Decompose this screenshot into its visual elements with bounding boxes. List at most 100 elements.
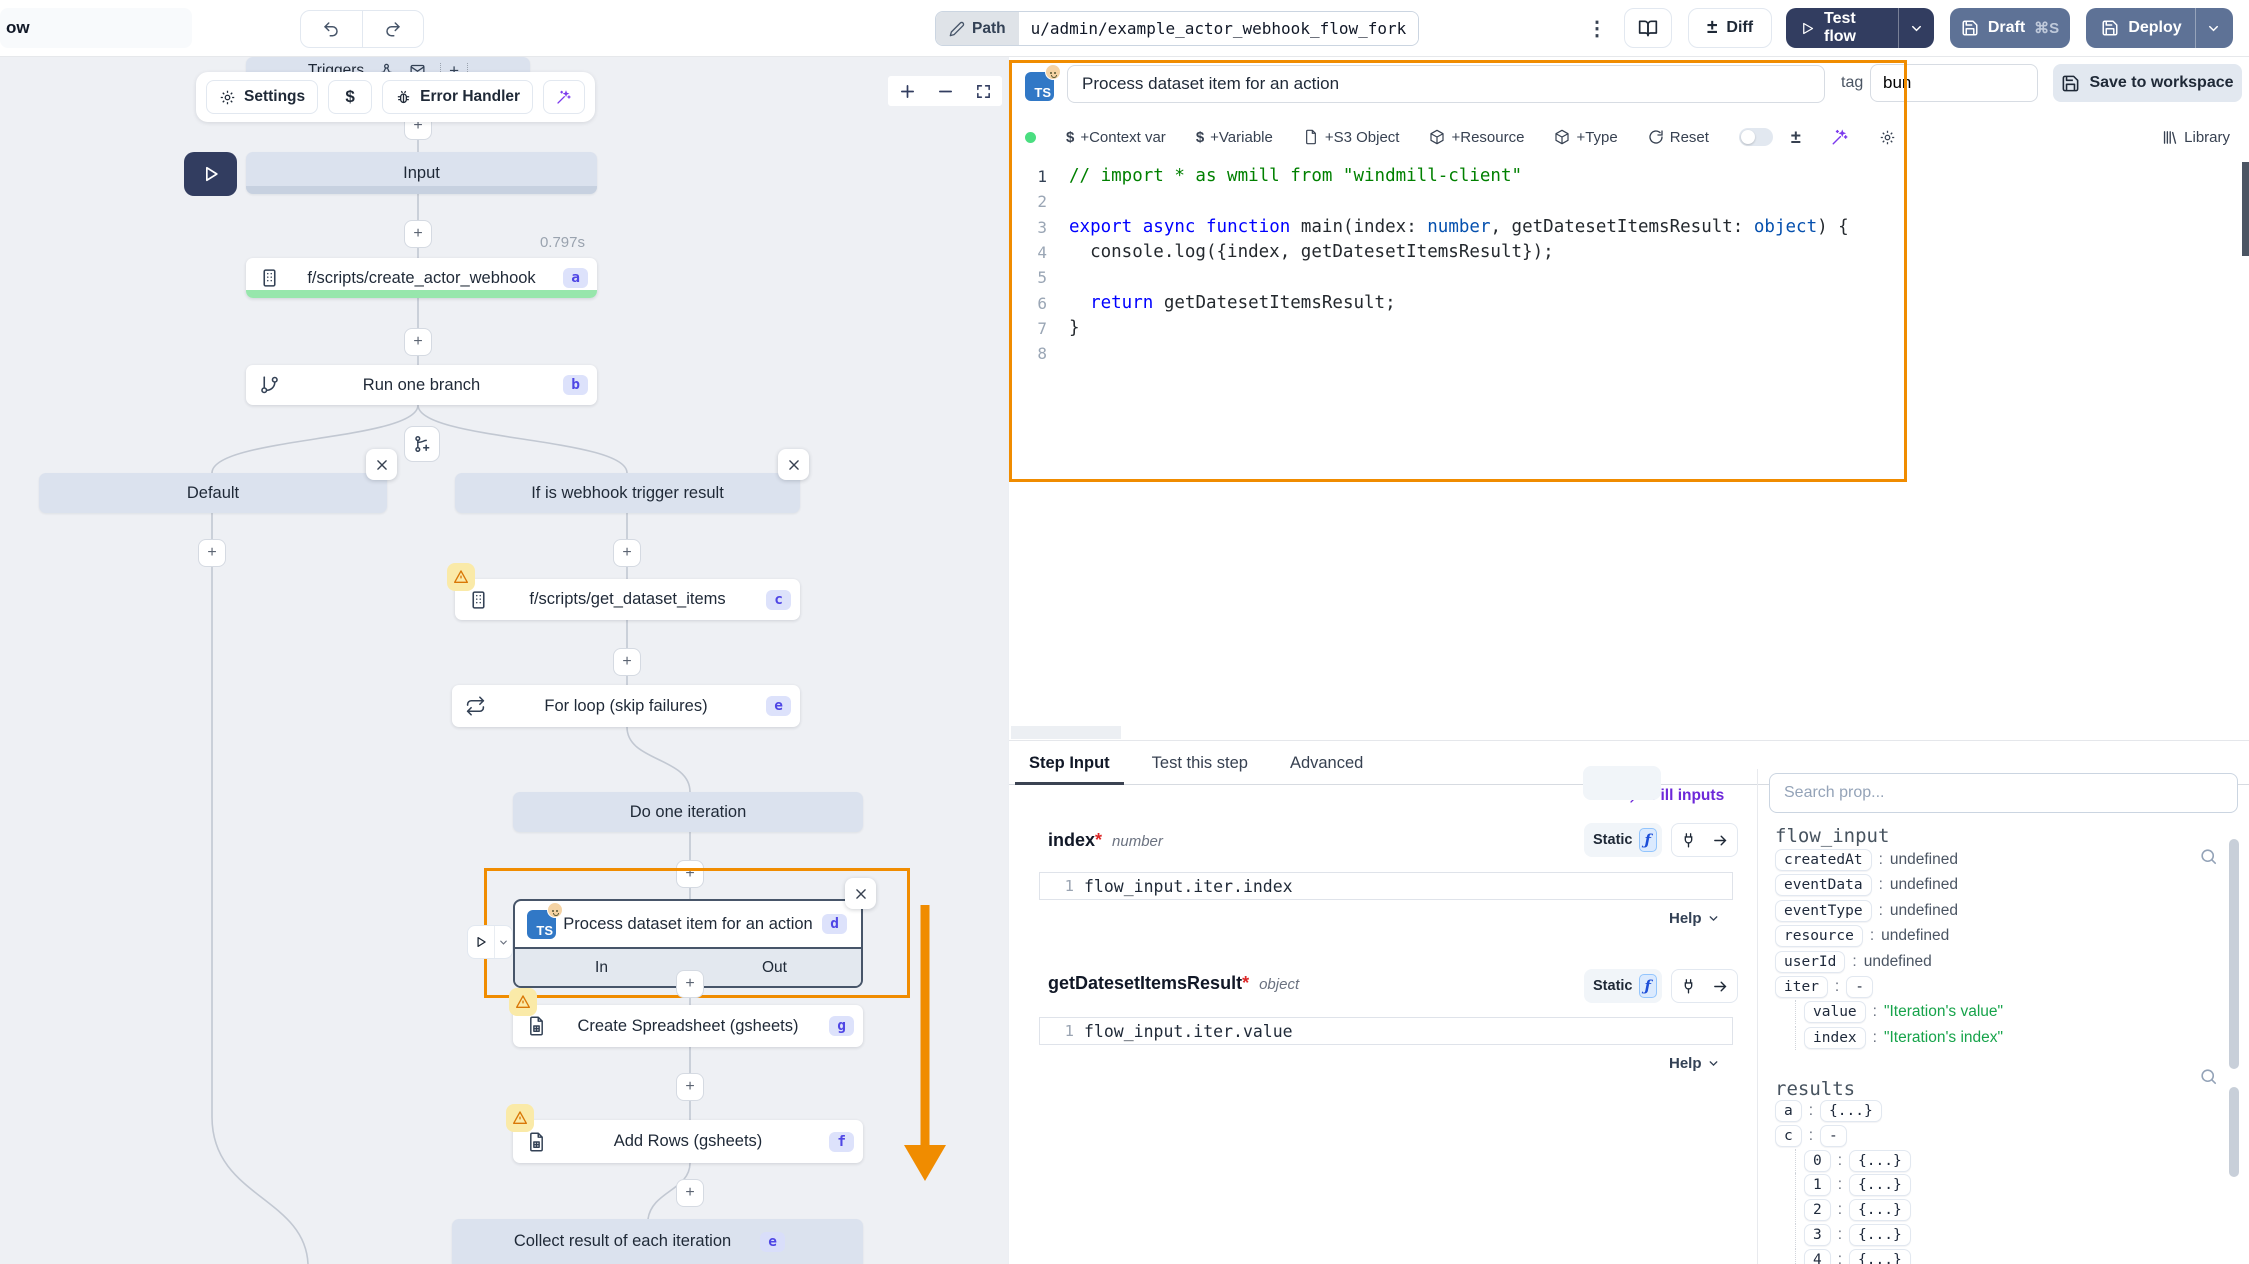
tab-step-input[interactable]: Step Input — [1029, 754, 1110, 773]
run-one-branch-node[interactable]: Run one branch b — [246, 365, 597, 405]
results-header[interactable]: results — [1775, 1078, 1855, 1100]
draft-button[interactable]: Draft⌘S — [1950, 8, 2070, 48]
tree-row[interactable]: a:{...} — [1775, 1099, 1882, 1123]
expr-input-getdatesetitemsresult[interactable]: 1flow_input.iter.value — [1039, 1017, 1733, 1045]
flow-summary-field[interactable]: ow — [0, 8, 192, 48]
arrow-right-icon[interactable] — [1712, 978, 1729, 995]
tree-row[interactable]: eventType:undefined — [1775, 899, 1958, 923]
tree-row[interactable]: iter:- — [1775, 975, 1873, 999]
tab-test-this-step[interactable]: Test this step — [1152, 754, 1248, 773]
insert-step-button[interactable]: + — [676, 1073, 704, 1101]
insert-step-button[interactable]: + — [676, 970, 704, 998]
tree-row[interactable]: index:"Iteration's index" — [1795, 1026, 2003, 1050]
add-rows-node[interactable]: Add Rows (gsheets) f — [513, 1120, 863, 1163]
add-s3-object-button[interactable]: +S3 Object — [1303, 129, 1400, 146]
branch-default-node[interactable]: Default — [39, 473, 387, 513]
save-to-workspace-button[interactable]: Save to workspace — [2053, 64, 2242, 102]
diff-button[interactable]: ±Diff — [1688, 8, 1772, 48]
library-button[interactable]: Library — [2161, 129, 2230, 146]
test-flow-button[interactable]: Test flow — [1786, 8, 1934, 48]
tree-row[interactable]: resource:undefined — [1775, 924, 1949, 948]
search-icon[interactable] — [2199, 847, 2218, 866]
input-mode-toggle[interactable]: Staticƒ — [1584, 969, 1662, 1003]
delete-branch-button[interactable] — [778, 449, 809, 480]
add-variable-button[interactable]: $+Variable — [1196, 129, 1273, 146]
flow-variables-button[interactable]: $ — [328, 80, 372, 114]
tree-row[interactable]: userId:undefined — [1775, 950, 1932, 974]
deploy-dropdown[interactable] — [2196, 21, 2231, 36]
ai-gen-button[interactable] — [1831, 128, 1849, 146]
arrow-right-icon[interactable] — [1712, 832, 1729, 849]
get-dataset-items-node[interactable]: f/scripts/get_dataset_items c — [455, 579, 800, 620]
plug-icon[interactable] — [1680, 832, 1697, 849]
add-branch-button[interactable] — [404, 426, 440, 462]
tree-row[interactable]: 2:{...} — [1795, 1198, 1911, 1222]
javascript-expr-icon[interactable]: ƒ — [1639, 828, 1658, 852]
error-handler-button[interactable]: Error Handler — [382, 80, 533, 114]
branch-if-node[interactable]: If is webhook trigger result — [455, 473, 800, 513]
zoom-in-icon[interactable] — [899, 83, 916, 100]
plus-minus-icon[interactable]: ± — [1791, 127, 1801, 148]
add-type-button[interactable]: +Type — [1554, 129, 1617, 146]
collect-result-node[interactable]: Collect result of each iteration e — [452, 1219, 863, 1264]
create-spreadsheet-node[interactable]: Create Spreadsheet (gsheets) g — [513, 1005, 863, 1047]
run-step-dropdown[interactable] — [495, 926, 512, 958]
sidebar-scrollbar[interactable] — [2229, 1087, 2239, 1177]
insert-step-button[interactable]: + — [676, 860, 704, 888]
flow-canvas[interactable]: Triggers + Settings $ Error Handler Inpu… — [0, 57, 1008, 1264]
editor-settings-button[interactable] — [1879, 129, 1896, 146]
delete-step-button[interactable] — [845, 878, 876, 909]
redo-button[interactable] — [363, 11, 424, 47]
tag-input[interactable] — [1870, 64, 2038, 102]
flow-input-header[interactable]: flow_input — [1775, 825, 1889, 847]
step-input-pill[interactable]: In — [515, 949, 688, 986]
search-prop-input[interactable] — [1769, 773, 2238, 813]
diff-toggle[interactable] — [1739, 128, 1773, 146]
path-field[interactable]: Path u/admin/example_actor_webhook_flow_… — [935, 11, 1419, 46]
step-output-pill[interactable]: Out — [688, 949, 861, 986]
undo-button[interactable] — [301, 11, 363, 47]
delete-branch-button[interactable] — [366, 449, 397, 480]
docs-button[interactable] — [1624, 8, 1672, 48]
search-icon[interactable] — [2199, 1067, 2218, 1086]
tree-row[interactable]: eventData:undefined — [1775, 873, 1958, 897]
insert-step-button[interactable]: + — [613, 539, 641, 567]
step-title-input[interactable] — [1067, 65, 1825, 103]
input-mode-static-toggle[interactable] — [1583, 766, 1661, 800]
editor-scrollbar[interactable] — [2242, 162, 2249, 256]
code-editor[interactable]: 1// import * as wmill from "windmill-cli… — [1009, 160, 2249, 740]
tree-row[interactable]: c:- — [1775, 1124, 1847, 1148]
tree-row[interactable]: createdAt:undefined — [1775, 848, 1958, 872]
zoom-out-icon[interactable] — [937, 83, 954, 100]
tree-row[interactable]: 4:{...} — [1795, 1248, 1911, 1264]
create-actor-webhook-node[interactable]: f/scripts/create_actor_webhook a — [246, 258, 597, 298]
add-context-var-button[interactable]: $+Context var — [1066, 129, 1166, 146]
expr-input-index[interactable]: 1flow_input.iter.index — [1039, 872, 1733, 900]
tree-row[interactable]: 0:{...} — [1795, 1149, 1911, 1173]
insert-step-button[interactable]: + — [676, 1179, 704, 1207]
for-loop-node[interactable]: For loop (skip failures) e — [452, 685, 800, 727]
ai-assistant-button[interactable] — [543, 80, 585, 114]
insert-step-button[interactable]: + — [198, 539, 226, 567]
tree-row[interactable]: 1:{...} — [1795, 1173, 1911, 1197]
input-node[interactable]: Input — [246, 152, 597, 194]
plug-icon[interactable] — [1680, 978, 1697, 995]
insert-step-button[interactable]: + — [404, 220, 432, 248]
help-toggle[interactable]: Help — [1669, 910, 1720, 927]
insert-step-button[interactable]: + — [613, 648, 641, 676]
help-toggle[interactable]: Help — [1669, 1055, 1720, 1072]
tab-advanced[interactable]: Advanced — [1290, 754, 1363, 773]
fit-view-icon[interactable] — [975, 83, 992, 100]
do-one-iteration-node[interactable]: Do one iteration — [513, 792, 863, 832]
input-mode-toggle[interactable]: Staticƒ — [1584, 823, 1662, 857]
javascript-expr-icon[interactable]: ƒ — [1639, 974, 1658, 998]
run-flow-button[interactable] — [184, 152, 237, 196]
deploy-button[interactable]: Deploy — [2086, 8, 2233, 48]
tree-row[interactable]: value:"Iteration's value" — [1795, 1000, 2003, 1024]
tree-row[interactable]: 3:{...} — [1795, 1223, 1911, 1247]
reset-button[interactable]: Reset — [1648, 129, 1709, 146]
sidebar-scrollbar[interactable] — [2229, 839, 2239, 1069]
more-menu-button[interactable]: ⋮ — [1586, 14, 1608, 42]
add-resource-button[interactable]: +Resource — [1429, 129, 1524, 146]
insert-step-button[interactable]: + — [404, 328, 432, 356]
